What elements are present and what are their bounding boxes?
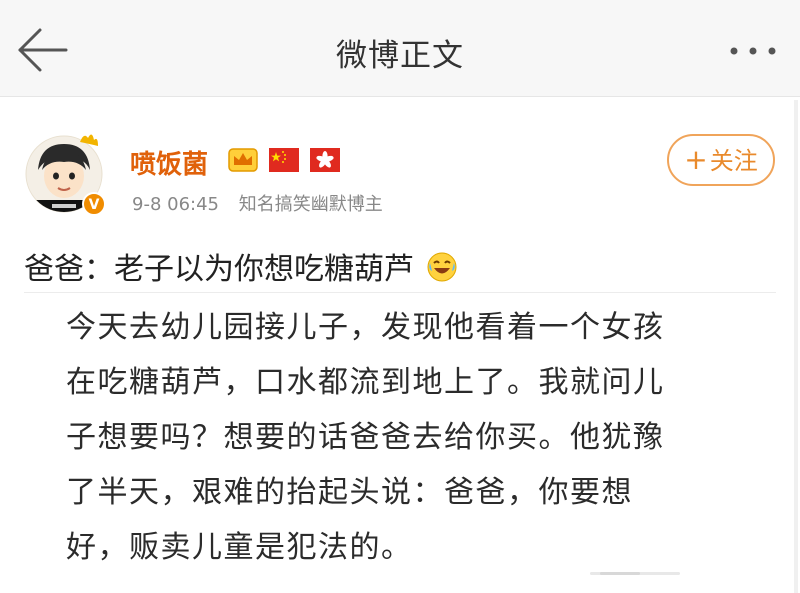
laugh-cry-emoji-icon: [427, 252, 457, 282]
body-line: 在吃糖葫芦，口水都流到地上了。我就问儿: [66, 365, 665, 400]
body-line: 了半天，艰难的抬起头说：爸爸，你要想: [66, 475, 633, 510]
scrollbar[interactable]: [794, 100, 798, 593]
body-line: 今天去幼儿园接儿子，发现他看着一个女孩: [66, 310, 665, 345]
watermark-graphic: [590, 572, 680, 575]
post-body: 今天去幼儿园接儿子，发现他看着一个女孩 在吃糖葫芦，口水都流到地上了。我就问儿 …: [66, 300, 756, 575]
post-title: 爸爸：老子以为你想吃糖葫芦: [24, 244, 458, 288]
more-dots-icon: [730, 47, 776, 55]
post-meta: 9-8 06:45 知名搞笑幽默博主: [132, 190, 383, 216]
author-description: 知名搞笑幽默博主: [238, 194, 383, 215]
post-title-text: 爸爸：老子以为你想吃糖葫芦: [24, 252, 414, 287]
body-line: 子想要吗？想要的话爸爸去给你买。他犹豫: [66, 420, 665, 455]
author-badges: [228, 146, 341, 174]
verified-v-icon: V: [82, 192, 106, 216]
plus-icon: +: [684, 143, 708, 176]
author-name[interactable]: 喷饭菌: [130, 144, 208, 181]
china-flag-icon: [269, 148, 300, 172]
top-navbar: 微博正文: [0, 0, 800, 97]
avatar[interactable]: V: [24, 130, 110, 216]
more-button[interactable]: [728, 36, 778, 66]
page-title: 微博正文: [336, 38, 464, 74]
post-time: 9-8 06:45: [132, 194, 219, 215]
follow-button[interactable]: +关注: [667, 134, 775, 186]
crown-badge-icon[interactable]: [228, 146, 258, 174]
follow-label: 关注: [709, 147, 758, 175]
hongkong-flag-icon: [310, 148, 341, 172]
svg-text:V: V: [89, 197, 100, 213]
